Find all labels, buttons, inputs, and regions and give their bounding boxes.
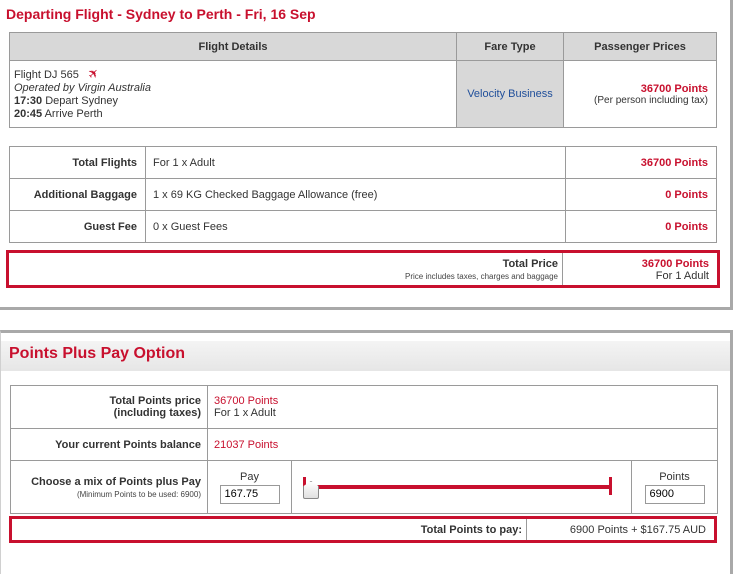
total-points-value: 36700 Points [214,395,279,407]
header-fare-type: Fare Type [456,32,564,61]
balance-value: 21037 Points [207,428,718,461]
points-plus-pay-title: Points Plus Pay Option [9,345,186,362]
balance-row: Your current Points balance 21037 Points [10,428,718,461]
pay-input[interactable] [219,484,280,504]
total-points-to-pay-label: Total Points to pay: [12,519,527,540]
arrive-time: 20:45 [14,108,43,120]
points-plus-pay-header: Points Plus Pay Option [1,341,730,371]
total-price-note: Price includes taxes, charges and baggag… [405,272,558,281]
mix-row: Choose a mix of Points plus Pay (Minimum… [10,460,718,514]
total-points-row: Total Points price (including taxes) 367… [10,385,718,429]
summary-value: 0 Points [565,210,717,243]
flight-table: Flight Details Fare Type Passenger Price… [9,32,717,128]
depart-label: Depart Sydney [45,95,118,107]
total-price-value-cell: 36700 Points For 1 Adult [563,253,717,285]
total-price-label-cell: Total Price Price includes taxes, charge… [9,253,563,285]
mix-label-cell: Choose a mix of Points plus Pay (Minimum… [10,460,208,514]
pay-label: Pay [240,470,259,483]
total-price-title: Total Price [502,258,558,270]
total-points-value-cell: 36700 Points For 1 x Adult [207,385,718,429]
plane-icon: ✈ [84,64,103,83]
arrive-label: Arrive Perth [44,108,103,120]
summary-label: Total Flights [9,146,146,179]
header-flight-details: Flight Details [9,32,457,61]
summary-value: 0 Points [565,178,717,211]
total-points-label: Total Points price [109,395,201,407]
total-points-to-pay-box: Total Points to pay: 6900 Points + $167.… [9,516,717,543]
total-price-sub: For 1 Adult [655,270,709,282]
points-plus-pay-table: Total Points price (including taxes) 367… [10,385,718,514]
summary-desc: For 1 x Adult [145,146,566,179]
total-points-label-cell: Total Points price (including taxes) [10,385,208,429]
departing-flight-panel: Departing Flight - Sydney to Perth - Fri… [0,0,733,310]
points-slider-track[interactable] [304,485,612,489]
slider-cap-right [609,477,612,495]
passenger-price-cell: 36700 Points (Per person including tax) [563,60,717,128]
points-label: Points [659,470,690,483]
slider-cell [291,460,632,514]
total-points-to-pay-value: 6900 Points + $167.75 AUD [569,524,706,536]
summary-desc: 0 x Guest Fees [145,210,566,243]
mix-note: (Minimum Points to be used: 6900) [76,489,201,499]
summary-label: Guest Fee [9,210,146,243]
flight-row: Flight DJ 565 ✈ Operated by Virgin Austr… [9,60,717,128]
total-price-box: Total Price Price includes taxes, charge… [6,250,720,288]
depart-time: 17:30 [14,95,43,107]
summary-row: Guest Fee 0 x Guest Fees 0 Points [9,210,717,243]
total-points-sub: For 1 x Adult [214,407,276,419]
flight-details-cell: Flight DJ 565 ✈ Operated by Virgin Austr… [9,60,457,128]
fare-type: Velocity Business [467,88,553,100]
price-summary-table: Total Flights For 1 x Adult 36700 Points… [9,146,717,243]
operated-by: Operated by Virgin Australia [14,82,151,94]
fare-type-cell: Velocity Business [456,60,564,128]
points-cell: Points [631,460,718,514]
header-passenger-prices: Passenger Prices [563,32,717,61]
balance-label: Your current Points balance [10,428,208,461]
summary-row: Total Flights For 1 x Adult 36700 Points [9,146,717,179]
points-input[interactable] [644,484,705,504]
pay-cell: Pay [207,460,292,514]
passenger-price-note: (Per person including tax) [594,94,708,106]
total-points-label-sub: (including taxes) [113,407,201,419]
summary-desc: 1 x 69 KG Checked Baggage Allowance (fre… [145,178,566,211]
summary-row: Additional Baggage 1 x 69 KG Checked Bag… [9,178,717,211]
departing-flight-title: Departing Flight - Sydney to Perth - Fri… [6,6,316,22]
total-price-value: 36700 Points [641,258,709,270]
summary-value: 36700 Points [565,146,717,179]
flight-number: Flight DJ 565 [14,69,79,81]
passenger-price: 36700 Points [640,82,708,95]
mix-label: Choose a mix of Points plus Pay [31,475,201,488]
summary-label: Additional Baggage [9,178,146,211]
